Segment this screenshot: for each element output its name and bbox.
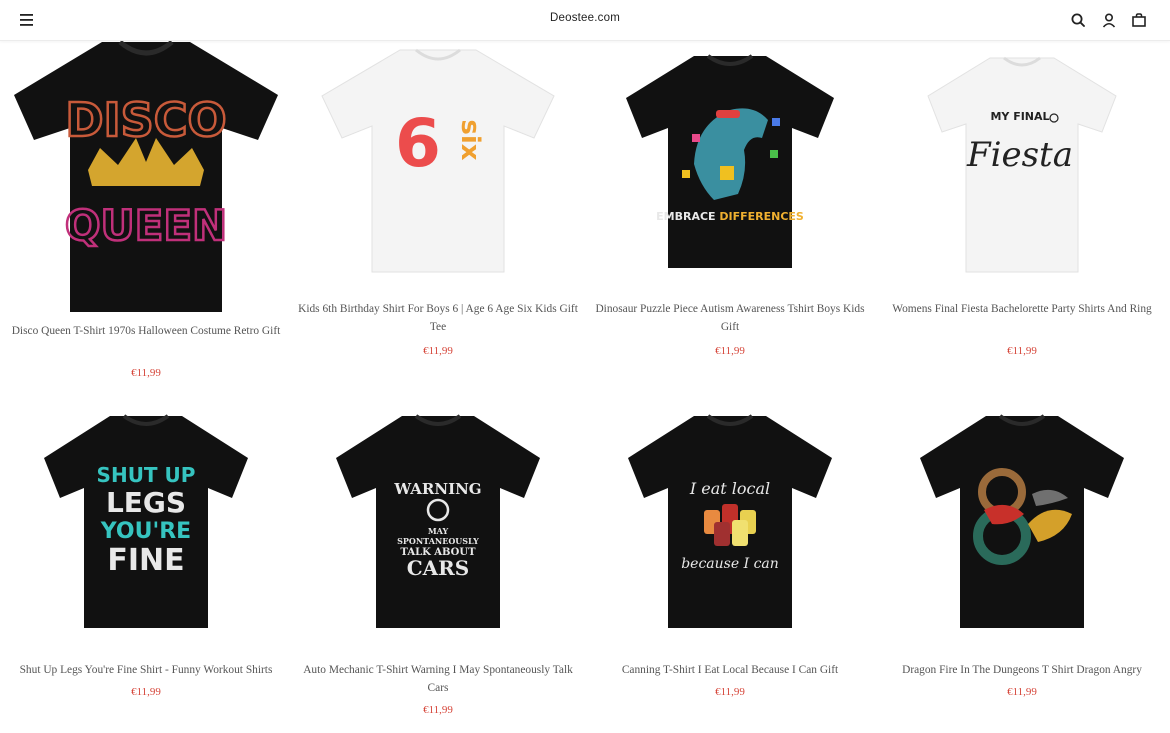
product-image[interactable]: WARNING MAY SPONTANEOUSLY TALK ABOUT CAR… xyxy=(332,414,544,632)
svg-text:SPONTANEOUSLY: SPONTANEOUSLY xyxy=(397,536,479,546)
product-price: €11,99 xyxy=(423,704,453,716)
product-price: €11,99 xyxy=(715,345,745,357)
product-card[interactable]: WARNING MAY SPONTANEOUSLY TALK ABOUT CAR… xyxy=(292,400,584,733)
product-image[interactable]: 6 six xyxy=(318,48,558,276)
product-card[interactable]: DISCO QUEEN Disco Queen T-Shirt 1970s Ha… xyxy=(0,0,292,400)
svg-text:QUEEN: QUEEN xyxy=(65,201,227,250)
svg-text:6: 6 xyxy=(395,105,441,182)
product-title[interactable]: Dragon Fire In The Dungeons T Shirt Drag… xyxy=(882,661,1162,679)
svg-text:six: six xyxy=(455,119,485,160)
product-image[interactable]: I eat local because I can xyxy=(624,414,836,632)
svg-text:because I can: because I can xyxy=(681,556,779,572)
product-title[interactable]: Shut Up Legs You're Fine Shirt - Funny W… xyxy=(6,661,286,679)
svg-text:WARNING: WARNING xyxy=(393,480,481,498)
site-header: Deostee.com xyxy=(0,0,1170,41)
product-price: €11,99 xyxy=(423,345,453,357)
svg-text:CARS: CARS xyxy=(407,556,470,580)
svg-text:EMBRACE DIFFERENCES: EMBRACE DIFFERENCES xyxy=(656,210,804,223)
brand-logo[interactable]: Deostee.com xyxy=(0,12,1170,24)
product-title[interactable]: Disco Queen T-Shirt 1970s Halloween Cost… xyxy=(6,322,286,340)
account-icon[interactable] xyxy=(1101,12,1117,28)
product-card[interactable]: SHUT UP LEGS YOU'RE FINE Shut Up Legs Yo… xyxy=(0,400,292,733)
product-card[interactable]: EMBRACE DIFFERENCES Dinosaur Puzzle Piec… xyxy=(584,0,876,400)
product-image[interactable]: EMBRACE DIFFERENCES xyxy=(622,54,838,272)
product-price: €11,99 xyxy=(131,367,161,379)
bag-icon[interactable] xyxy=(1131,12,1147,28)
svg-text:MY FINAL: MY FINAL xyxy=(990,110,1049,123)
product-card[interactable]: 6 six Kids 6th Birthday Shirt For Boys 6… xyxy=(292,0,584,400)
product-title[interactable]: Auto Mechanic T-Shirt Warning I May Spon… xyxy=(298,661,578,697)
product-price: €11,99 xyxy=(131,686,161,698)
product-image[interactable] xyxy=(916,414,1128,632)
product-card[interactable]: I eat local because I can Canning T-Shir… xyxy=(584,400,876,733)
product-title[interactable]: Canning T-Shirt I Eat Local Because I Ca… xyxy=(590,661,870,679)
search-icon[interactable] xyxy=(1070,12,1086,28)
product-card[interactable]: Dragon Fire In The Dungeons T Shirt Drag… xyxy=(876,400,1168,733)
svg-text:DISCO: DISCO xyxy=(65,93,226,147)
product-price: €11,99 xyxy=(715,686,745,698)
product-image[interactable]: DISCO QUEEN xyxy=(10,40,282,316)
svg-text:Fiesta: Fiesta xyxy=(966,135,1073,175)
svg-text:LEGS: LEGS xyxy=(106,486,186,519)
product-card[interactable]: MY FINAL Fiesta Womens Final Fiesta Bach… xyxy=(876,0,1168,400)
product-image[interactable]: SHUT UP LEGS YOU'RE FINE xyxy=(40,414,252,632)
svg-text:I eat local: I eat local xyxy=(689,479,770,498)
product-price: €11,99 xyxy=(1007,345,1037,357)
svg-text:MAY: MAY xyxy=(428,526,449,536)
product-image[interactable]: MY FINAL Fiesta xyxy=(924,56,1120,276)
svg-text:SHUT UP: SHUT UP xyxy=(97,463,196,487)
svg-text:FINE: FINE xyxy=(107,543,184,578)
product-title[interactable]: Kids 6th Birthday Shirt For Boys 6 | Age… xyxy=(298,300,578,336)
product-price: €11,99 xyxy=(1007,686,1037,698)
product-title[interactable]: Womens Final Fiesta Bachelorette Party S… xyxy=(882,300,1162,318)
product-title[interactable]: Dinosaur Puzzle Piece Autism Awareness T… xyxy=(590,300,870,336)
svg-text:YOU'RE: YOU'RE xyxy=(100,519,191,544)
